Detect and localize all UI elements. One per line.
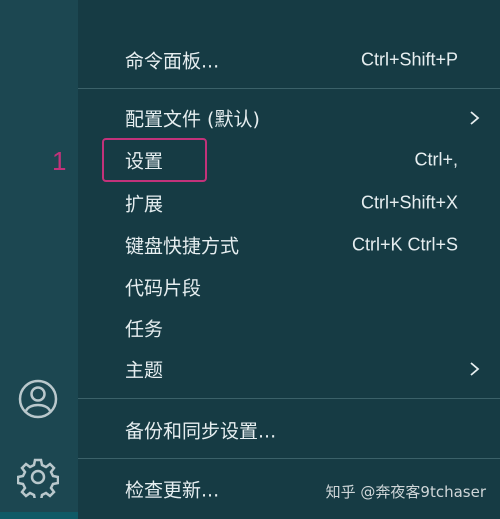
menu-item-tasks[interactable]: 任务 (78, 311, 500, 345)
menu-separator (78, 398, 500, 399)
menu-item-backup-sync[interactable]: 备份和同步设置... (78, 413, 500, 447)
menu-item-label: 命令面板... (125, 50, 220, 73)
menu-item-themes[interactable]: 主题 (78, 352, 500, 386)
menu-item-label: 任务 (125, 318, 164, 341)
menu-item-label: 主题 (125, 359, 164, 382)
watermark: 知乎 @奔夜客9tchaser (325, 483, 486, 501)
manage-gear-icon[interactable] (17, 456, 59, 498)
annotation-highlight-box (102, 138, 207, 182)
menu-item-shortcut: Ctrl+Shift+P (360, 49, 458, 70)
activity-bar (0, 0, 78, 519)
activity-bar-bottom-strip (0, 512, 78, 519)
menu-item-command-palette[interactable]: 命令面板... Ctrl+Shift+P (78, 43, 500, 77)
menu-separator (78, 458, 500, 459)
menu-item-snippets[interactable]: 代码片段 (78, 270, 500, 304)
annotation-step-number: 1 (52, 146, 67, 176)
menu-item-label: 代码片段 (125, 277, 202, 300)
menu-item-extensions[interactable]: 扩展 Ctrl+Shift+X (78, 186, 500, 220)
menu-item-label: 检查更新... (125, 479, 220, 502)
menu-separator (78, 88, 500, 89)
manage-context-menu: 命令面板... Ctrl+Shift+P 配置文件 (默认) 设置 Ctrl+,… (78, 0, 500, 519)
chevron-right-icon (470, 362, 480, 376)
account-icon[interactable] (17, 378, 59, 420)
menu-item-label: 备份和同步设置... (125, 420, 277, 443)
menu-item-label: 配置文件 (默认) (125, 108, 260, 131)
menu-item-shortcut: Ctrl+, (414, 149, 458, 170)
chevron-right-icon (470, 111, 480, 125)
menu-item-label: 扩展 (125, 193, 164, 216)
menu-item-keyboard-shortcuts[interactable]: 键盘快捷方式 Ctrl+K Ctrl+S (78, 228, 500, 262)
menu-item-profile[interactable]: 配置文件 (默认) (78, 101, 500, 135)
menu-item-shortcut: Ctrl+Shift+X (360, 192, 458, 213)
menu-item-label: 键盘快捷方式 (125, 235, 240, 258)
menu-item-shortcut: Ctrl+K Ctrl+S (351, 234, 458, 255)
